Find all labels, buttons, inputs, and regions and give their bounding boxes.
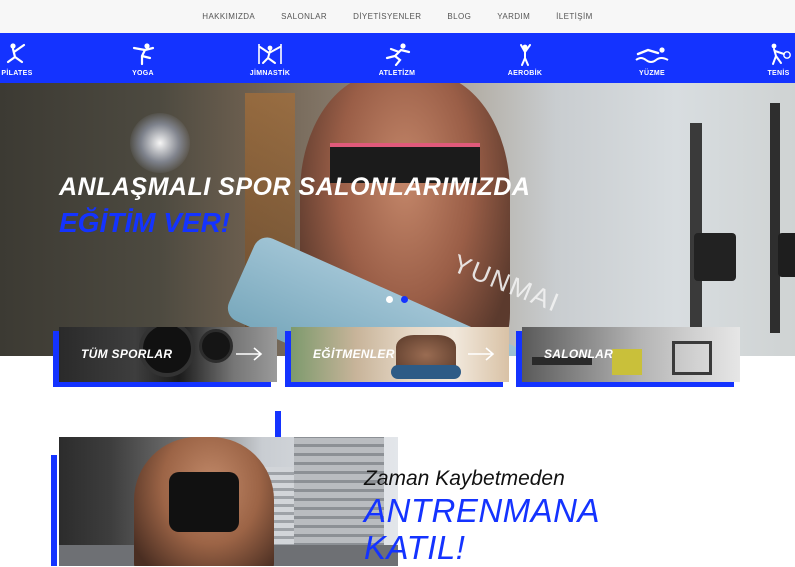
sport-label: YOGA <box>132 70 154 77</box>
arrow-right-icon <box>468 347 495 361</box>
hero-heading: ANLAŞMALI SPOR SALONLARIMIZDA <box>59 173 531 201</box>
ceiling-light <box>130 113 190 173</box>
cta-intro: Zaman Kaybetmeden <box>364 467 565 490</box>
card-label: TÜM SPORLAR <box>81 347 173 361</box>
nav-link-diyetisyenler[interactable]: DİYETİSYENLER <box>353 12 421 21</box>
sport-item-atletizm[interactable]: ATLETİZM <box>372 33 422 83</box>
arrow-right-icon <box>236 347 263 361</box>
card-egitmenler[interactable]: EĞİTMENLER <box>285 327 509 387</box>
nav-link-blog[interactable]: BLOG <box>447 12 471 21</box>
athlete-shirt <box>169 472 239 532</box>
cta-heading: ANTRENMANA <box>364 492 601 529</box>
sport-label: YÜZME <box>639 70 665 77</box>
athletics-icon <box>385 43 411 66</box>
slider-dot[interactable] <box>386 296 393 303</box>
nav-link-yardim[interactable]: YARDIM <box>497 12 530 21</box>
swimming-icon <box>635 47 669 63</box>
card-label: EĞİTMENLER <box>313 347 395 361</box>
gym-rack <box>770 103 780 333</box>
card-label: SALONLAR <box>544 347 614 361</box>
sport-item-yuzme[interactable]: YÜZME <box>625 33 679 83</box>
sport-category-bar: PİLATES YOGA JİMNASTİK ATLETİZM AEROBİK <box>0 33 795 83</box>
nav-link-hakkimizda[interactable]: HAKKIMIZDA <box>202 12 255 21</box>
slider-dots <box>386 296 408 303</box>
sport-item-jimnastik[interactable]: JİMNASTİK <box>240 33 300 83</box>
hero-slider: YUNMAI ANLAŞMALI SPOR SALONLARIMIZDA EĞİ… <box>0 83 795 356</box>
card-salonlar[interactable]: SALONLAR <box>516 327 740 387</box>
cta-heading-line2: KATIL! <box>364 529 466 566</box>
gym-rack <box>690 123 702 333</box>
training-photo <box>59 437 398 566</box>
sport-label: AEROBİK <box>507 70 543 77</box>
yoga-icon <box>132 43 155 66</box>
nav-link-salonlar[interactable]: SALONLAR <box>281 12 327 21</box>
sport-label: ATLETİZM <box>378 70 416 77</box>
sport-item-tenis[interactable]: TENİS <box>762 33 795 83</box>
gymnastics-icon <box>258 44 282 64</box>
sport-label: PİLATES <box>1 70 33 77</box>
decorative-accent-bar <box>51 455 57 566</box>
sport-item-aerobik[interactable]: AEROBİK <box>500 33 550 83</box>
sport-item-pilates[interactable]: PİLATES <box>0 33 34 83</box>
slider-dot-active[interactable] <box>401 296 408 303</box>
aerobics-icon <box>520 44 531 66</box>
hero-subheading: EĞİTİM VER! <box>59 207 231 238</box>
weight-plate <box>778 233 795 277</box>
sport-label: TENİS <box>767 70 790 77</box>
tennis-icon <box>771 43 791 65</box>
weight-plate <box>694 233 736 281</box>
sport-label: JİMNASTİK <box>249 70 291 77</box>
sport-item-yoga[interactable]: YOGA <box>118 33 168 83</box>
card-tum-sporlar[interactable]: TÜM SPORLAR <box>53 327 277 387</box>
pilates-icon <box>6 43 26 64</box>
top-navigation: HAKKIMIZDA SALONLAR DİYETİSYENLER BLOG Y… <box>0 0 795 33</box>
nav-link-iletisim[interactable]: İLETİŞİM <box>556 12 593 21</box>
